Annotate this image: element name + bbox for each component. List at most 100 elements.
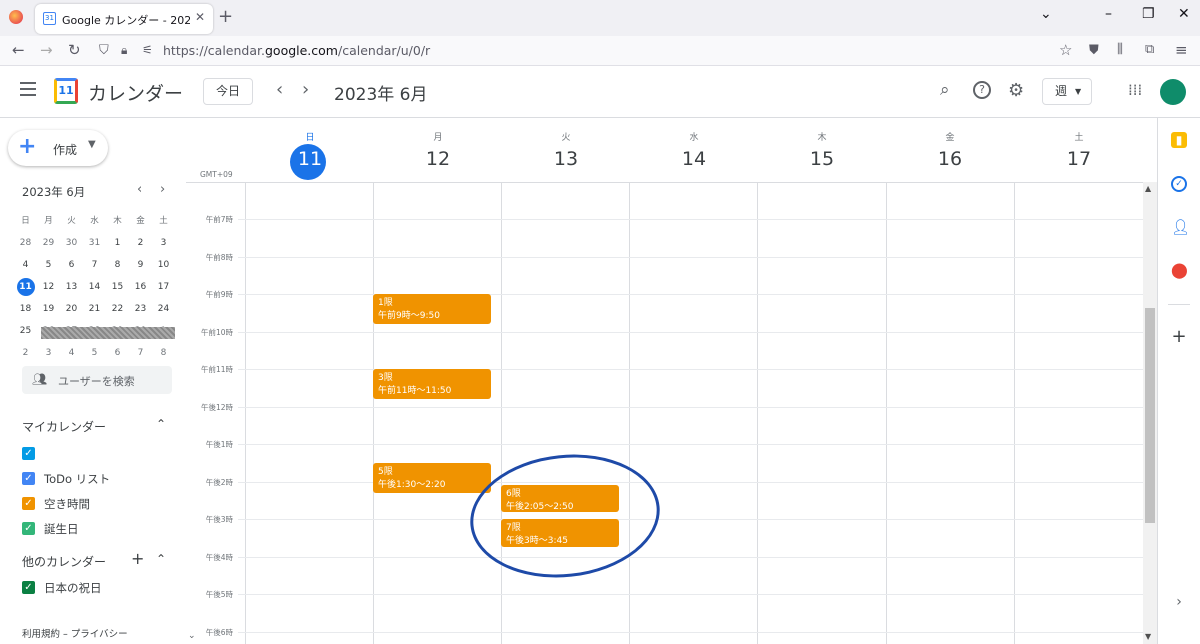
mini-day-today[interactable]: 11 — [14, 276, 37, 298]
menu-icon[interactable]: ≡ — [1175, 41, 1188, 59]
mini-next-month-icon[interactable]: › — [160, 182, 165, 197]
view-selector[interactable]: 週 ▼ — [1042, 78, 1092, 105]
firefox-icon[interactable] — [9, 10, 23, 24]
day-number[interactable]: 16 — [886, 148, 1014, 170]
create-button[interactable]: + 作成 ▼ — [8, 130, 108, 166]
mini-day[interactable]: 30 — [60, 232, 83, 254]
mini-day[interactable]: 21 — [83, 298, 106, 320]
today-button[interactable]: 今日 — [203, 78, 253, 105]
scroll-down-icon[interactable]: ▼ — [1145, 632, 1151, 641]
mini-day[interactable]: 31 — [83, 232, 106, 254]
event-3rd-period[interactable]: 3限 午前11時～11:50 — [373, 369, 491, 399]
tab-list-icon[interactable]: ⌄ — [1040, 6, 1052, 22]
day-number[interactable]: 12 — [374, 148, 502, 170]
bookmark-star-icon[interactable]: ☆ — [1059, 41, 1072, 59]
mini-day[interactable]: 5 — [37, 254, 60, 276]
close-tab-icon[interactable]: ✕ — [195, 10, 205, 24]
search-icon[interactable]: ⌕ — [940, 80, 950, 100]
mini-day[interactable]: 29 — [37, 232, 60, 254]
pocket-icon[interactable]: ⛊ — [1089, 43, 1099, 58]
reload-icon[interactable]: ↻ — [68, 41, 81, 59]
grid-scrollbar[interactable]: ▲ ▼ — [1143, 182, 1157, 644]
mini-day[interactable]: 16 — [129, 276, 152, 298]
mini-day[interactable]: 5 — [83, 342, 106, 364]
account-avatar[interactable] — [1160, 79, 1186, 105]
tasks-icon[interactable]: ✓ — [1171, 176, 1187, 192]
shield-icon[interactable]: ⛉ — [99, 43, 109, 58]
extensions-icon[interactable]: ⧉ — [1145, 42, 1154, 57]
mini-day[interactable]: 15 — [106, 276, 129, 298]
back-icon[interactable]: ← — [12, 41, 25, 59]
mini-prev-month-icon[interactable]: ‹ — [137, 182, 142, 197]
help-icon[interactable]: ? — [973, 81, 991, 99]
mini-day[interactable]: 7 — [129, 342, 152, 364]
mini-day[interactable]: 17 — [152, 276, 175, 298]
event-1st-period[interactable]: 1限 午前9時～9:50 — [373, 294, 491, 324]
search-people-input[interactable]: 👥︎ ユーザーを検索 — [22, 366, 172, 394]
event-5th-period[interactable]: 5限 午後1:30～2:20 — [373, 463, 491, 493]
previous-week-icon[interactable]: ‹ — [276, 79, 283, 100]
scrollbar-thumb[interactable] — [1145, 308, 1155, 523]
main-menu-icon[interactable] — [20, 82, 36, 96]
time-grid[interactable]: 午前7時 午前8時 午前9時 午前10時 午前11時 午後12時 午後1時 午後… — [186, 182, 1143, 644]
mini-day[interactable]: 28 — [14, 232, 37, 254]
mini-day[interactable]: 4 — [60, 342, 83, 364]
mini-day[interactable]: 19 — [37, 298, 60, 320]
restore-icon[interactable]: ❐ — [1142, 6, 1155, 22]
mini-day[interactable]: 3 — [152, 232, 175, 254]
collapse-chevron-icon[interactable]: ⌃ — [156, 552, 166, 566]
mini-day[interactable]: 6 — [106, 342, 129, 364]
mini-day[interactable]: 6 — [60, 254, 83, 276]
permissions-icon[interactable]: ⚟ — [142, 43, 153, 57]
mini-day[interactable]: 9 — [129, 254, 152, 276]
checkbox-checked-icon[interactable]: ✓ — [22, 447, 35, 460]
url-bar[interactable]: https://calendar.google.com/calendar/u/0… — [163, 43, 430, 58]
settings-gear-icon[interactable]: ⚙ — [1008, 80, 1024, 101]
keep-icon[interactable]: ▮ — [1171, 132, 1187, 148]
contacts-icon[interactable]: 👤︎ — [1171, 219, 1190, 235]
mini-day[interactable]: 18 — [14, 298, 37, 320]
close-window-icon[interactable]: ✕ — [1178, 6, 1190, 22]
checkbox-checked-icon[interactable]: ✓ — [22, 497, 35, 510]
day-number[interactable]: 13 — [502, 148, 630, 170]
mini-day[interactable]: 23 — [129, 298, 152, 320]
my-calendars-title[interactable]: マイカレンダー — [22, 418, 106, 435]
next-week-icon[interactable]: › — [302, 79, 309, 100]
checkbox-checked-icon[interactable]: ✓ — [22, 472, 35, 485]
mini-day[interactable]: 2 — [14, 342, 37, 364]
library-icon[interactable]: ⫼ — [1117, 42, 1123, 57]
checkbox-checked-icon[interactable]: ✓ — [22, 581, 35, 594]
mini-day[interactable]: 14 — [83, 276, 106, 298]
mini-day[interactable]: 8 — [106, 254, 129, 276]
mini-day[interactable]: 2 — [129, 232, 152, 254]
footer-links[interactable]: 利用規約 – プライバシー — [22, 626, 128, 640]
mini-day[interactable]: 20 — [60, 298, 83, 320]
minimize-icon[interactable]: – — [1105, 6, 1112, 22]
mini-day[interactable]: 1 — [106, 232, 129, 254]
maps-icon[interactable]: ⬤ — [1171, 262, 1188, 278]
lock-icon[interactable]: 🔒︎ — [121, 43, 127, 58]
forward-icon[interactable]: → — [40, 41, 53, 59]
day-number[interactable]: 14 — [630, 148, 758, 170]
add-addon-icon[interactable]: + — [1171, 328, 1187, 346]
other-calendars-title[interactable]: 他のカレンダー — [22, 553, 106, 570]
day-number[interactable]: 15 — [758, 148, 886, 170]
expand-panel-icon[interactable]: › — [1171, 594, 1187, 610]
apps-grid-icon[interactable]: ⁞⁞⁞ — [1128, 81, 1142, 99]
scroll-up-icon[interactable]: ▲ — [1145, 184, 1151, 193]
mini-day[interactable]: 13 — [60, 276, 83, 298]
add-calendar-icon[interactable]: + — [131, 549, 144, 568]
new-tab-icon[interactable]: + — [218, 6, 233, 27]
mini-day[interactable]: 22 — [106, 298, 129, 320]
mini-day[interactable]: 4 — [14, 254, 37, 276]
day-number[interactable]: 17 — [1015, 148, 1143, 170]
mini-day[interactable]: 3 — [37, 342, 60, 364]
mini-day[interactable]: 25 — [14, 320, 37, 342]
today-circle[interactable]: 11 — [290, 144, 326, 180]
mini-day[interactable]: 7 — [83, 254, 106, 276]
checkbox-checked-icon[interactable]: ✓ — [22, 522, 35, 535]
mini-day[interactable]: 24 — [152, 298, 175, 320]
mini-day[interactable]: 12 — [37, 276, 60, 298]
browser-tab[interactable]: 31 Google カレンダー - 2023年 6月 1 ✕ — [35, 4, 213, 34]
collapse-chevron-icon[interactable]: ⌃ — [156, 417, 166, 431]
